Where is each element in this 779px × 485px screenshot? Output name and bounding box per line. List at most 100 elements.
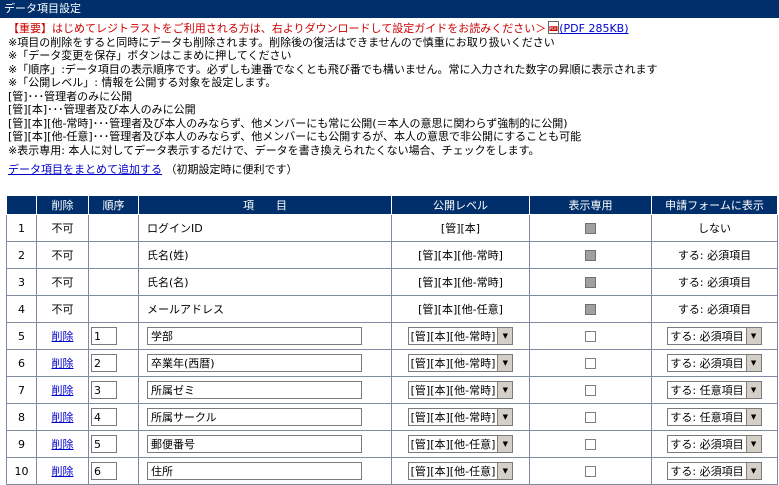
bulk-add-hint: （初期設定時に便利です） [165,163,298,176]
delete-link[interactable]: 削除 [52,411,74,424]
order-empty [88,295,139,323]
chevron-down-icon: ▼ [497,463,513,479]
col-header-no [6,195,37,215]
pdf-download-link[interactable]: (PDF 285KB) [559,22,628,35]
col-header-order: 順序 [88,195,139,215]
row-number: 6 [6,349,37,377]
chevron-down-icon: ▼ [745,355,761,371]
display-only-checkbox[interactable] [585,331,596,342]
order-input[interactable] [91,408,117,426]
form-select-value: する: 任意項目 [670,384,744,397]
delete-status: 不可 [36,268,89,296]
level-select-value: [管][本][他-常時] [410,330,496,343]
bulk-add-row: データ項目をまとめて追加する （初期設定時に便利です） [0,157,779,177]
level-select-value: [管][本][他-任意] [410,465,496,478]
row-number: 5 [6,322,37,350]
table-row: 4 不可 メールアドレス [管][本][他-任意] する: 必須項目 [6,295,778,323]
row-number: 2 [6,241,37,269]
form-select-value: する: 必須項目 [670,357,744,370]
row-number: 4 [6,295,37,323]
col-header-level: 公開レベル [391,195,530,215]
delete-link[interactable]: 削除 [52,438,74,451]
svg-text:PDF: PDF [550,26,558,31]
table-row: 8削除[管][本][他-常時]▼する: 任意項目▼ [6,403,778,431]
order-input[interactable] [91,381,117,399]
order-input[interactable] [91,435,117,453]
display-only-checkbox[interactable] [585,358,596,369]
item-name-input[interactable] [147,354,362,372]
display-only-checkbox [585,223,596,234]
level-select[interactable]: [管][本][他-常時] ▼ [407,327,514,345]
delete-status: 不可 [36,214,89,242]
order-empty [88,268,139,296]
col-header-delete: 削除 [36,195,89,215]
item-name-input[interactable] [147,381,362,399]
note-line: ※「順序」:データ項目の表示順序です。必ずしも連番でなくとも飛び番でも構いません… [8,62,658,76]
delete-status: 不可 [36,241,89,269]
delete-link[interactable]: 削除 [52,384,74,397]
level-select[interactable]: [管][本][他-任意] ▼ [407,462,514,480]
level-text: [管][本][他-任意] [391,295,530,323]
bulk-add-link[interactable]: データ項目をまとめて追加する [8,163,162,176]
order-input[interactable] [91,354,117,372]
level-select[interactable]: [管][本][他-任意] ▼ [407,435,514,453]
form-select-value: する: 必須項目 [670,330,744,343]
level-text: [管][本][他-常時] [391,241,530,269]
note-line: [管][本][他-任意]･･･管理者及び本人のみならず、他メンバーにも公開するが… [8,130,582,143]
item-name-input[interactable] [147,408,362,426]
item-name-input[interactable] [147,327,362,345]
level-select-value: [管][本][他-常時] [410,411,496,424]
form-select[interactable]: する: 任意項目 ▼ [667,381,762,399]
level-text: [管][本] [391,214,530,242]
note-line: [管][本][他-常時]･･･管理者及び本人のみならず、他メンバーにも常に公開(… [8,116,568,130]
level-select[interactable]: [管][本][他-常時] ▼ [407,381,514,399]
delete-link[interactable]: 削除 [52,357,74,370]
display-only-checkbox[interactable] [585,439,596,450]
form-select-value: する: 任意項目 [670,411,744,424]
note-line: ※項目の削除をすると同時にデータも削除されます。削除後の復活はできませんので慎重… [8,35,555,49]
form-select[interactable]: する: 必須項目 ▼ [667,435,762,453]
table-header-row: 削除 順序 項 目 公開レベル 表示専用 申請フォームに表示 [6,195,778,215]
level-select[interactable]: [管][本][他-常時] ▼ [407,408,514,426]
table-row: 1 不可 ログインID [管][本] しない [6,214,778,242]
order-empty [88,214,139,242]
delete-link[interactable]: 削除 [52,330,74,343]
form-select[interactable]: する: 必須項目 ▼ [667,462,762,480]
level-text: [管][本][他-常時] [391,268,530,296]
note-line: ※表示専用: 本人に対してデータ表示するだけで、データを書き換えられたくない場合… [8,143,540,157]
table-row: 9 削除 [管][本][他-任意]▼ する: 必須項目▼ [6,430,778,458]
order-input[interactable] [91,327,117,345]
item-name-input[interactable] [147,435,362,453]
display-only-checkbox[interactable] [585,412,596,423]
chevron-down-icon: ▼ [745,463,761,479]
form-select[interactable]: する: 必須項目 ▼ [667,354,762,372]
pdf-icon[interactable]: PDF [548,21,560,34]
chevron-down-icon: ▼ [497,328,513,344]
level-select[interactable]: [管][本][他-常時] ▼ [407,354,514,372]
delete-link[interactable]: 削除 [52,465,74,478]
display-only-checkbox[interactable] [585,466,596,477]
note-line: ※「公開レベル」: 情報を公開する対象を設定します。 [8,76,277,89]
row-number: 1 [6,214,37,242]
row-number: 9 [6,430,37,458]
level-select-value: [管][本][他-常時] [410,357,496,370]
table-row: 10削除[管][本][他-任意]▼する: 必須項目▼ [6,457,778,485]
form-text: する: 必須項目 [651,241,778,269]
item-name-input[interactable] [147,462,362,480]
order-empty [88,241,139,269]
item-name: 氏名(姓) [138,241,392,269]
note-line: [管]･･･管理者のみに公開 [8,89,133,103]
level-select-value: [管][本][他-任意] [410,438,496,451]
chevron-down-icon: ▼ [497,436,513,452]
row-number: 3 [6,268,37,296]
item-name: メールアドレス [138,295,392,323]
display-only-checkbox [585,304,596,315]
order-input[interactable] [91,462,117,480]
form-select[interactable]: する: 必須項目 ▼ [667,327,762,345]
form-text: しない [651,214,778,242]
display-only-checkbox[interactable] [585,385,596,396]
form-select[interactable]: する: 任意項目 ▼ [667,408,762,426]
data-items-table: 削除 順序 項 目 公開レベル 表示専用 申請フォームに表示 1 不可 ログインID… [6,195,778,485]
level-select-value: [管][本][他-常時] [410,384,496,397]
chevron-down-icon: ▼ [745,328,761,344]
